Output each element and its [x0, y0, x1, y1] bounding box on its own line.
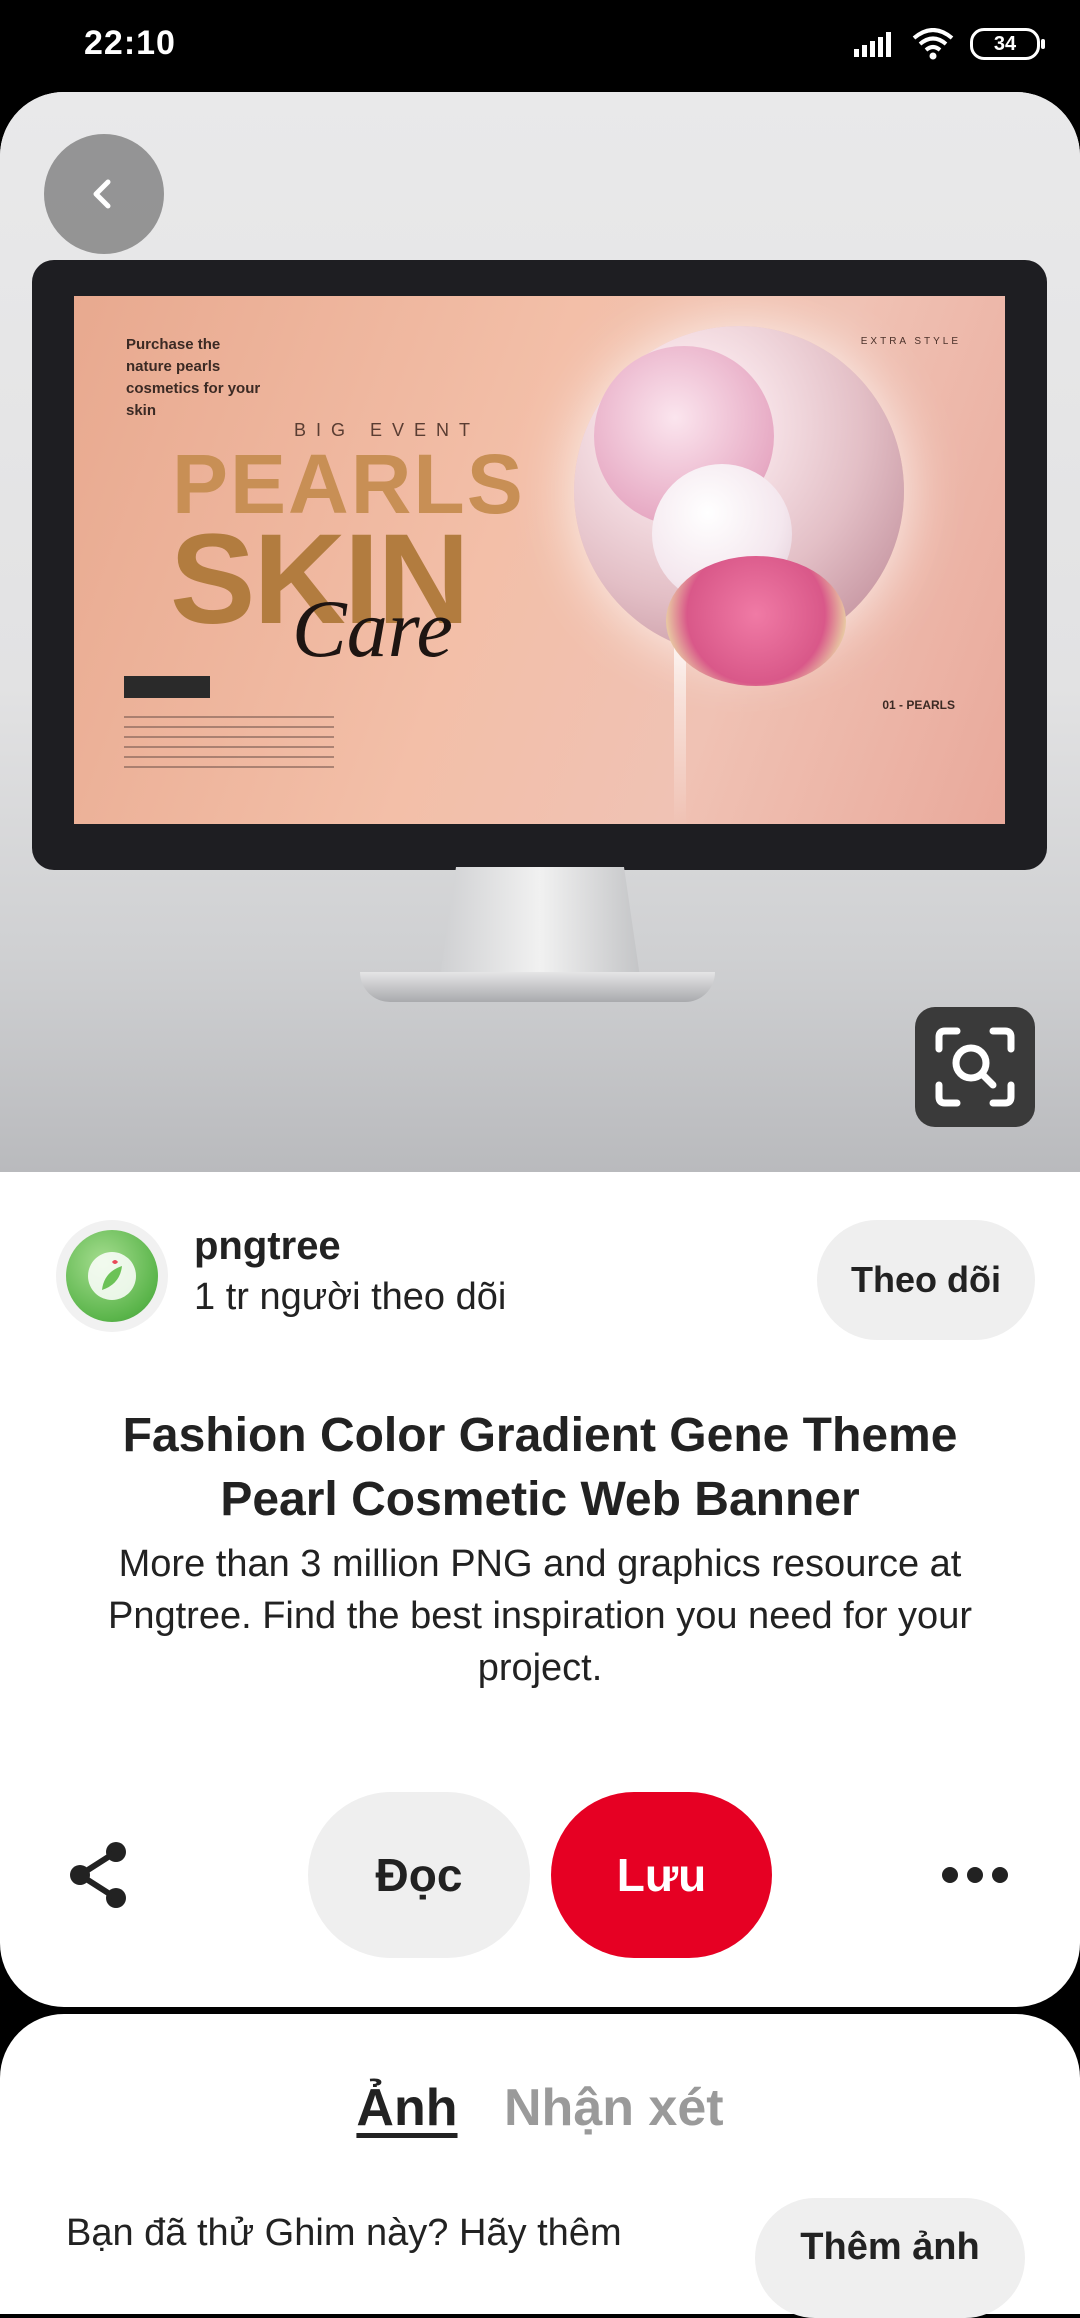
- wifi-icon: [912, 28, 954, 60]
- share-icon: [70, 1842, 126, 1908]
- tab-bar: Ảnh Nhận xét: [0, 2078, 1080, 2138]
- monitor-illustration: Purchase the nature pearls cosmetics for…: [32, 260, 1047, 870]
- status-bar: 22:10 34: [0, 0, 1080, 92]
- banner-cta: [124, 676, 210, 698]
- more-options-button[interactable]: [930, 1830, 1020, 1920]
- battery-level: 34: [993, 32, 1017, 55]
- action-row: Đọc Lưu: [0, 1792, 1080, 1958]
- banner-body-text: [124, 716, 334, 772]
- monitor-stand: [440, 867, 640, 977]
- pin-description: More than 3 million PNG and graphics res…: [108, 1543, 972, 1689]
- lens-search-icon: [935, 1027, 1015, 1107]
- banner-tagline: Purchase the nature pearls cosmetics for…: [126, 336, 261, 419]
- creator-row: pngtree 1 tr người theo dõi Theo dõi: [0, 1220, 1080, 1360]
- pin-title: Fashion Color Gradient Gene Theme Pearl …: [122, 1409, 958, 1526]
- creator-name[interactable]: pngtree: [194, 1224, 341, 1269]
- add-photo-button[interactable]: Thêm ảnh: [755, 2198, 1025, 2318]
- creator-followers: 1 tr người theo dõi: [194, 1276, 507, 1318]
- comments-card: Ảnh Nhận xét Bạn đã thử Ghim này? Hãy th…: [0, 2014, 1080, 2318]
- more-horizontal-icon: [942, 1867, 1008, 1883]
- chevron-left-icon: [93, 179, 111, 209]
- try-pin-prompt: Bạn đã thử Ghim này? Hãy thêm: [66, 2212, 622, 2254]
- pin-image[interactable]: Purchase the nature pearls cosmetics for…: [0, 92, 1080, 1172]
- share-button[interactable]: [54, 1830, 144, 1920]
- pngtree-logo-icon: [88, 1252, 136, 1300]
- tab-comments[interactable]: Nhận xét: [504, 2079, 724, 2137]
- banner-headline-care: Care: [292, 583, 453, 674]
- battery-icon: 34: [970, 28, 1045, 60]
- banner-artwork: Purchase the nature pearls cosmetics for…: [74, 296, 1005, 824]
- creator-avatar[interactable]: [56, 1220, 168, 1332]
- banner-bottom-right: 01 - PEARLS: [882, 698, 955, 712]
- status-time: 22:10: [84, 24, 176, 62]
- monitor-base: [360, 972, 715, 1002]
- status-icons: 34: [854, 28, 1045, 60]
- follow-button[interactable]: Theo dõi: [817, 1220, 1035, 1340]
- back-button[interactable]: [44, 134, 164, 254]
- read-button[interactable]: Đọc: [308, 1792, 530, 1958]
- compact-base: [666, 556, 846, 686]
- signal-icon: [854, 32, 891, 57]
- tab-photos[interactable]: Ảnh: [356, 2079, 457, 2137]
- banner-top-right: EXTRA STYLE: [860, 336, 961, 347]
- pin-card: Purchase the nature pearls cosmetics for…: [0, 92, 1080, 2007]
- save-button[interactable]: Lưu: [551, 1792, 772, 1958]
- visual-search-button[interactable]: [915, 1007, 1035, 1127]
